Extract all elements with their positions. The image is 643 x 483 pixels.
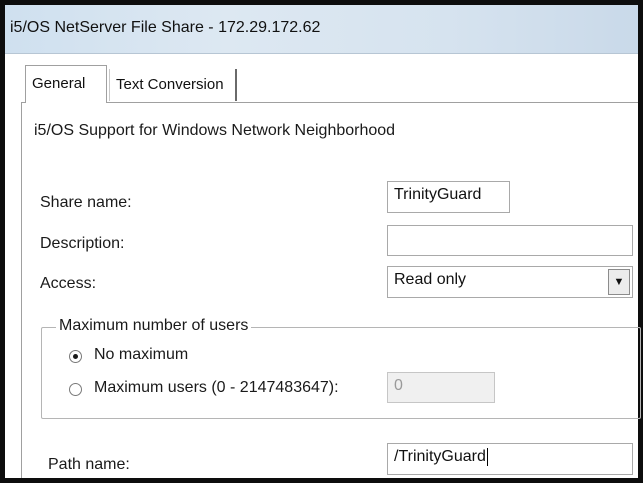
title-bar[interactable]: i5/OS NetServer File Share - 172.29.172.… xyxy=(5,5,638,54)
window-title: i5/OS NetServer File Share - 172.29.172.… xyxy=(10,19,321,36)
tab-general-label: General xyxy=(32,75,86,92)
no-maximum-label: No maximum xyxy=(94,346,189,363)
maximum-users-label: Maximum users (0 - 2147483647): xyxy=(94,379,339,396)
share-name-label: Share name: xyxy=(40,194,132,211)
tab-general[interactable]: General xyxy=(25,65,107,103)
maximum-users-radio[interactable] xyxy=(69,383,82,396)
share-name-field[interactable]: TrinityGuard xyxy=(387,181,510,213)
window-body: General Text Conversion i5/OS Support fo… xyxy=(13,57,641,478)
description-label: Description: xyxy=(40,235,125,252)
share-name-value: TrinityGuard xyxy=(394,186,482,203)
dialog-window: i5/OS NetServer File Share - 172.29.172.… xyxy=(0,0,643,483)
panel-description: i5/OS Support for Windows Network Neighb… xyxy=(34,122,396,139)
text-cursor xyxy=(486,448,488,466)
path-name-field[interactable]: /TrinityGuard xyxy=(387,443,633,475)
max-users-groupbox xyxy=(41,327,641,419)
maximum-users-field: 0 xyxy=(387,372,495,403)
chevron-down-icon[interactable]: ▼ xyxy=(608,269,630,295)
path-name-label: Path name: xyxy=(48,456,130,473)
access-select[interactable]: Read only ▼ xyxy=(387,266,633,298)
access-value: Read only xyxy=(394,271,467,288)
max-users-legend: Maximum number of users xyxy=(56,317,252,335)
description-field[interactable] xyxy=(387,225,633,256)
maximum-users-value: 0 xyxy=(394,377,403,394)
no-maximum-radio[interactable] xyxy=(69,350,82,363)
access-label: Access: xyxy=(40,275,97,292)
tab-text-conversion-label: Text Conversion xyxy=(116,76,224,93)
tab-text-conversion[interactable]: Text Conversion xyxy=(109,69,237,101)
tab-strip-divider xyxy=(21,102,638,103)
panel-border xyxy=(21,102,22,478)
path-name-value: /TrinityGuard xyxy=(394,448,486,466)
